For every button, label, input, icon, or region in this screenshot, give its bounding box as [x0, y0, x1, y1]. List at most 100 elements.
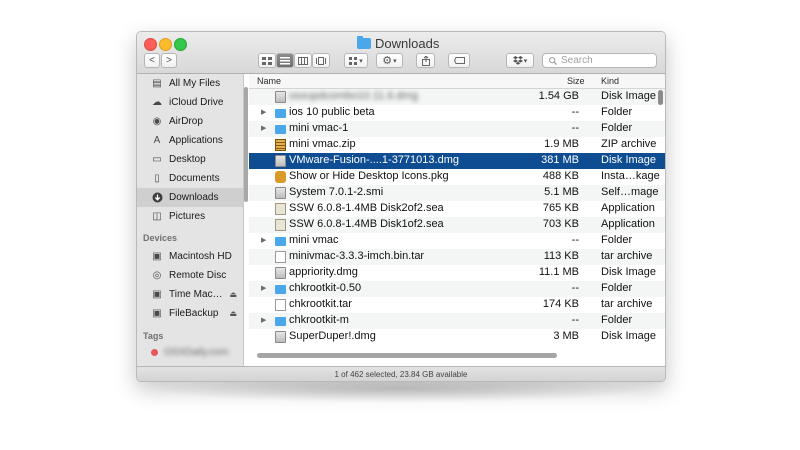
sidebar-item-applications[interactable]: A Applications — [137, 131, 243, 150]
sidebar-item-label: Time Mac… — [169, 289, 223, 300]
disclosure-triangle-icon[interactable]: ▶ — [261, 124, 266, 132]
file-row[interactable]: appriority.dmg 11.1 MB Disk Image — [249, 265, 665, 281]
sidebar-item-icloud-drive[interactable]: ☁ iCloud Drive — [137, 93, 243, 112]
arrange-button[interactable]: ▾ — [344, 53, 368, 68]
file-row[interactable]: SuperDuper!.dmg 3 MB Disk Image — [249, 329, 665, 345]
file-name: chkrootkit.tar — [289, 298, 352, 310]
icon-view-button[interactable] — [258, 53, 276, 68]
sidebar-item-airdrop[interactable]: ◉ AirDrop — [137, 112, 243, 131]
sidebar-item-label: Desktop — [169, 154, 206, 165]
sidebar-item-label: Macintosh HD — [169, 251, 232, 262]
column-view-button[interactable] — [294, 53, 312, 68]
file-kind: Folder — [601, 314, 633, 326]
file-row[interactable]: ▶ mini vmac-1 -- Folder — [249, 121, 665, 137]
sidebar-item-tag[interactable]: OSXDaily.com — [137, 344, 243, 360]
file-size: -- — [571, 282, 579, 294]
file-row[interactable]: ▶ chkrootkit-m -- Folder — [249, 313, 665, 329]
file-name: SSW 6.0.8-1.4MB Disk2of2.sea — [289, 202, 444, 214]
file-row[interactable]: minivmac-3.3.3-imch.bin.tar 113 KB tar arc… — [249, 249, 665, 265]
sidebar-item-filebackup[interactable]: ▣ FileBackup ⏏ — [137, 304, 243, 323]
eject-icon[interactable]: ⏏ — [229, 290, 237, 299]
dmg-file-icon — [275, 91, 286, 103]
close-button[interactable] — [144, 38, 157, 51]
share-button[interactable] — [416, 53, 435, 68]
disclosure-triangle-icon[interactable]: ▶ — [261, 108, 266, 116]
downloads-icon — [151, 192, 163, 204]
column-header-kind[interactable]: Kind — [601, 76, 619, 86]
file-row[interactable]: Show or Hide Desktop Icons.pkg 488 KB Inst… — [249, 169, 665, 185]
cloud-icon: ☁ — [152, 97, 162, 108]
file-row[interactable]: mini vmac.zip 1.9 MB ZIP archive — [249, 137, 665, 153]
file-kind: Folder — [601, 234, 633, 246]
sidebar-item-pictures[interactable]: ◫ Pictures — [137, 207, 243, 226]
search-field[interactable]: Search — [542, 53, 657, 68]
file-name: mini vmac-1 — [289, 122, 349, 134]
minimize-button[interactable] — [159, 38, 172, 51]
action-button[interactable]: ⚙ ▾ — [376, 53, 403, 68]
file-list-horizontal-scrollbar[interactable] — [257, 353, 557, 358]
sidebar-item-remote-disc[interactable]: ◎ Remote Disc — [137, 266, 243, 285]
disclosure-triangle-icon[interactable]: ▶ — [261, 284, 266, 292]
dmg-file-icon — [275, 155, 286, 167]
sidebar-item-desktop[interactable]: ▭ Desktop — [137, 150, 243, 169]
applications-icon: A — [153, 135, 161, 146]
file-size: -- — [571, 234, 579, 246]
file-row[interactable]: osxupdcombo10.11.6.dmg 1.54 GB Disk Image — [249, 89, 665, 105]
sidebar-item-documents[interactable]: ▯ Documents — [137, 169, 243, 188]
file-kind: Application — [601, 218, 655, 230]
zoom-button[interactable] — [174, 38, 187, 51]
file-list-vertical-scrollbar[interactable] — [658, 90, 663, 105]
file-row[interactable]: chkrootkit.tar 174 KB tar archive — [249, 297, 665, 313]
file-size: 11.1 MB — [538, 266, 579, 278]
sidebar-item-label: Downloads — [169, 192, 219, 203]
forward-icon: > — [166, 55, 172, 66]
disk-icon: ▣ — [152, 251, 162, 262]
list-view-icon — [280, 56, 290, 64]
file-kind: Folder — [601, 106, 633, 118]
sea-file-icon — [275, 203, 286, 215]
file-name: mini vmac.zip — [289, 138, 356, 150]
back-icon: < — [149, 55, 155, 66]
dropbox-button[interactable]: ▾ — [506, 53, 534, 68]
sidebar-item-label: Pictures — [169, 211, 206, 222]
search-placeholder: Search — [561, 55, 593, 66]
file-row[interactable]: ▶ ios 10 public beta -- Folder — [249, 105, 665, 121]
column-header-name[interactable]: Name — [257, 76, 281, 86]
file-kind: ZIP archive — [601, 138, 657, 150]
documents-icon: ▯ — [154, 173, 160, 184]
file-size: -- — [571, 106, 579, 118]
sidebar-item-time-machine[interactable]: ▣ Time Mac… ⏏ — [137, 285, 243, 304]
file-row[interactable]: ▶ chkrootkit-0.50 -- Folder — [249, 281, 665, 297]
file-row[interactable]: SSW 6.0.8-1.4MB Disk2of2.sea 765 KB Applic… — [249, 201, 665, 217]
eject-icon[interactable]: ⏏ — [229, 309, 237, 318]
sidebar: ▤ All My Files ☁ iCloud Drive ◉ AirDrop A Ap… — [137, 74, 244, 366]
sidebar-item-downloads[interactable]: Downloads — [137, 188, 243, 207]
sidebar-item-macintosh-hd[interactable]: ▣ Macintosh HD — [137, 247, 243, 266]
disclosure-triangle-icon[interactable]: ▶ — [261, 236, 266, 244]
file-row[interactable]: ▶ mini vmac -- Folder — [249, 233, 665, 249]
file-row[interactable]: VMware-Fusion-....1-3771013.dmg 381 MB Dis… — [249, 153, 665, 169]
file-size: -- — [571, 122, 579, 134]
sidebar-item-all-my-files[interactable]: ▤ All My Files — [137, 74, 243, 93]
file-name: Show or Hide Desktop Icons.pkg — [289, 170, 449, 182]
arrange-icon — [349, 56, 358, 65]
forward-button[interactable]: > — [161, 53, 177, 68]
file-name: chkrootkit-0.50 — [289, 282, 362, 294]
sidebar-scrollbar[interactable] — [244, 87, 248, 202]
file-size: 1.9 MB — [544, 138, 579, 150]
back-button[interactable]: < — [144, 53, 160, 68]
file-row[interactable]: SSW 6.0.8-1.4MB Disk1of2.sea 703 KB Applic… — [249, 217, 665, 233]
chevron-down-icon: ▾ — [393, 57, 397, 65]
disclosure-triangle-icon[interactable]: ▶ — [261, 316, 266, 324]
list-view-button[interactable] — [276, 53, 294, 68]
disk-icon: ▣ — [152, 308, 162, 319]
folder-icon — [357, 35, 371, 49]
file-kind: tar archive — [601, 298, 653, 310]
column-header-size[interactable]: Size — [567, 76, 585, 86]
file-row[interactable]: System 7.0.1-2.smi 5.1 MB Self…mage — [249, 185, 665, 201]
pkg-file-icon — [275, 171, 286, 183]
edit-tags-button[interactable] — [448, 53, 470, 68]
file-kind: Disk Image — [601, 154, 657, 166]
sidebar-item-label: AirDrop — [169, 116, 203, 127]
cover-flow-button[interactable] — [312, 53, 330, 68]
